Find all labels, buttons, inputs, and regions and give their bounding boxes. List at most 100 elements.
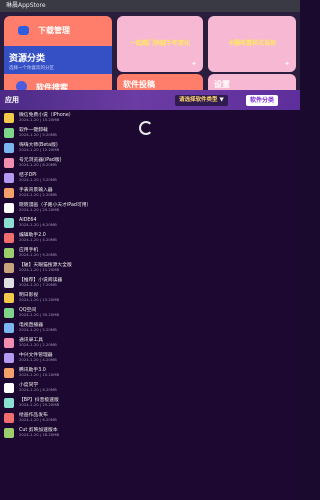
app-icon [4,427,14,438]
app-icon [4,142,14,153]
list-item[interactable]: 腾讯助手3.0 2024-1-20 | 10.20MB [0,365,300,380]
list-item[interactable]: 编辑助手2.0 2024-1-20 | 4.20MB [0,230,300,245]
app-meta: 2024-1-20 | 11.20MB [19,267,60,272]
list-item-text: 通讯录工具 2024-1-20 | 2.20MB [19,338,57,348]
app-icon [4,172,14,183]
list-item[interactable]: 通讯录工具 2024-1-20 | 2.20MB [0,335,300,350]
list-item[interactable]: 电视直播器 2024-1-20 | 5.20MB [0,320,300,335]
list-item-text: 绘画作品发布 2024-1-20 | 6.20MB [19,413,57,423]
list-item[interactable]: 嗨嗨大师(Beta版) 2024-1-20 | 12.20MB [0,140,300,155]
list-item[interactable]: 号元浏览器(iPad版) 2024-1-20 | 8.20MB [0,155,300,170]
list-item-text: 应用手机 2024-1-20 | 9.20MB [19,248,57,258]
list-item[interactable]: Cut 剪映加速版本 2024-1-20 | 18.20MB [0,425,300,440]
app-icon [4,232,14,243]
app-icon [4,202,14,213]
list-item-text: 晓晓漫画（子路小天才iPad可用） 2024-1-20 | 20.20MB [19,203,91,213]
list-item-text: 电视直播器 2024-1-20 | 5.20MB [19,323,57,333]
resource-category-label: 资源分类 [9,54,46,64]
list-item[interactable]: 【BP】抖音极速版 2024-1-20 | 25.20MB [0,395,300,410]
sparkle-icon: ✦ [191,60,197,68]
list-item[interactable]: 【推荐】小说阅读器 2024-1-20 | 7.20MB [0,275,300,290]
promo-banner-1-text: 一起跳门快越千年变化 [129,40,190,47]
list-item-text: 桔子DPI 2024-1-20 | 3.20MB [19,173,57,183]
app-meta: 2024-1-20 | 13.20MB [19,297,60,302]
software-category-label: 软件分类 [250,97,275,104]
list-item[interactable]: 【破】天眼猫搜源大全版 2024-1-20 | 11.20MB [0,260,300,275]
download-manager-label: 下载管理 [38,26,70,35]
list-item[interactable]: QQ空间 2024-1-20 | 30.20MB [0,305,300,320]
resource-category-tile[interactable]: 资源分类 选择一个你喜欢的分区 [4,46,112,74]
list-item[interactable]: 应用手机 2024-1-20 | 9.20MB [0,245,300,260]
list-item-text: AIDE64 2024-1-20 | 6.20MB [19,218,57,228]
loading-spinner-icon [139,121,153,135]
software-type-select-label: 请选择软件类型 [179,97,218,103]
app-icon [4,337,14,348]
app-meta: 2024-1-20 | 3.20MB [19,177,57,182]
list-item-text: 【推荐】小说阅读器 2024-1-20 | 7.20MB [19,278,62,288]
app-meta: 2024-1-20 | 10.20MB [19,372,60,377]
section-title: 应用 [5,96,19,104]
app-title: 琳晨AppStore [6,2,46,9]
app-icon [4,262,14,273]
app-icon [4,247,14,258]
promo-banner-2[interactable]: 卡圈布置样式当前 ✦ [208,16,296,72]
list-item-text: 【BP】抖音极速版 2024-1-20 | 25.20MB [19,398,59,408]
list-item-text: 小度同学 2024-1-20 | 8.20MB [19,383,57,393]
app-icon [4,292,14,303]
app-meta: 2024-1-20 | 5.20MB [19,327,57,332]
app-meta: 2024-1-20 | 9.20MB [19,252,57,257]
list-item-text: 软件一键卸载 2024-1-20 | 5.20MB [19,128,57,138]
list-item[interactable]: 手表背景输入器 2024-1-20 | 2.20MB [0,185,300,200]
category-bar: 应用 请选择软件类型 ▼ 软件分类 [0,90,300,110]
list-item-text: 腾讯助手3.0 2024-1-20 | 10.20MB [19,368,59,378]
app-icon [4,157,14,168]
app-meta: 2024-1-20 | 20.20MB [19,207,60,212]
sparkle-icon: ✦ [284,60,290,68]
app-icon [4,322,14,333]
list-item-text: 微信免费小说（iPhone） 2024-1-20 | 15.20MB [19,113,74,123]
chevron-down-icon: ▼ [219,97,224,103]
folder-icon [18,26,29,35]
promo-banner-2-text: 卡圈布置样式当前 [227,40,276,47]
app-icon [4,187,14,198]
app-icon [4,307,14,318]
list-item-text: 编辑助手2.0 2024-1-20 | 4.20MB [19,233,57,243]
list-item[interactable]: 小度同学 2024-1-20 | 8.20MB [0,380,300,395]
app-icon [4,217,14,228]
app-meta: 2024-1-20 | 12.20MB [19,147,60,152]
download-manager-tile[interactable]: 下载管理 [4,16,112,46]
list-item[interactable]: 绘画作品发布 2024-1-20 | 6.20MB [0,410,300,425]
list-item-text: Cut 剪映加速版本 2024-1-20 | 18.20MB [19,428,59,438]
app-meta: 2024-1-20 | 18.20MB [19,432,60,437]
app-meta: 2024-1-20 | 6.20MB [19,222,57,227]
app-icon [4,127,14,138]
list-item-text: QQ空间 2024-1-20 | 30.20MB [19,308,59,318]
resource-category-sub: 选择一个你喜欢的分区 [9,66,54,71]
app-meta: 2024-1-20 | 6.20MB [19,417,57,422]
software-category-button[interactable]: 软件分类 [246,95,279,106]
settings-label: 设置 [214,80,230,89]
list-item-text: 嗨嗨大师(Beta版) 2024-1-20 | 12.20MB [19,143,59,153]
status-bar: 琳晨AppStore [0,0,300,12]
app-meta: 2024-1-20 | 2.20MB [19,192,57,197]
app-icon [4,277,14,288]
app-meta: 2024-1-20 | 8.20MB [19,387,57,392]
app-meta: 2024-1-20 | 2.20MB [19,342,57,347]
list-item-text: 【破】天眼猫搜源大全版 2024-1-20 | 11.20MB [19,263,72,273]
app-icon [4,382,14,393]
software-submit-label: 软件投稿 [123,80,155,89]
promo-banner-1[interactable]: 一起跳门快越千年变化 ✦ [117,16,203,72]
app-meta: 2024-1-20 | 8.20MB [19,162,57,167]
list-item[interactable]: 明日影视 2024-1-20 | 13.20MB [0,290,300,305]
list-item[interactable]: 桔子DPI 2024-1-20 | 3.20MB [0,170,300,185]
list-item-text: 号元浏览器(iPad版) 2024-1-20 | 8.20MB [19,158,62,168]
app-icon [4,367,14,378]
app-meta: 2024-1-20 | 15.20MB [19,117,60,122]
list-item[interactable]: 中兴文件管理器 2024-1-20 | 4.20MB [0,350,300,365]
app-icon [4,412,14,423]
list-item[interactable]: 晓晓漫画（子路小天才iPad可用） 2024-1-20 | 20.20MB [0,200,300,215]
list-item-text: 手表背景输入器 2024-1-20 | 2.20MB [19,188,57,198]
software-type-select[interactable]: 请选择软件类型 ▼ [175,95,228,106]
app-meta: 2024-1-20 | 5.20MB [19,132,57,137]
list-item[interactable]: AIDE64 2024-1-20 | 6.20MB [0,215,300,230]
